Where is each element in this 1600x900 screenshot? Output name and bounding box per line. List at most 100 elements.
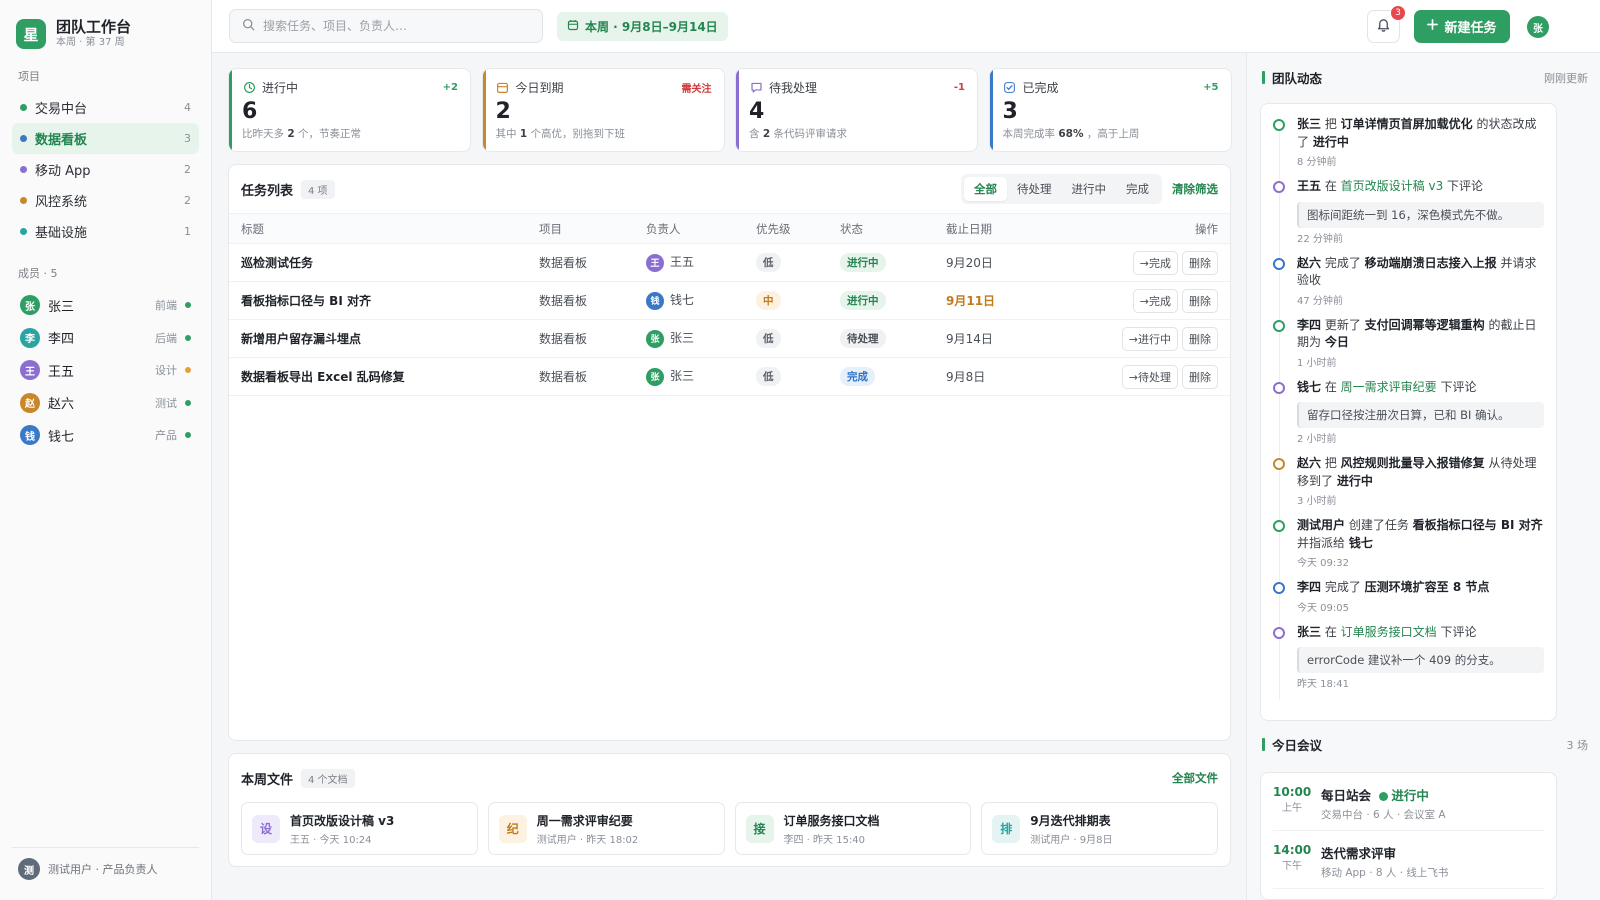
stat-card[interactable]: 今日到期 需关注 2 其中 1 个高优，别拖到下班: [481, 68, 725, 152]
activity-text: 钱七 在 周一需求评审纪要 下评论: [1297, 379, 1544, 397]
table-row[interactable]: 新增用户留存漏斗埋点 数据看板张张三低待处理 9月14日 →进行中 删除: [229, 319, 1230, 358]
new-task-button[interactable]: 新建任务: [1414, 10, 1510, 43]
tab-filter[interactable]: 待处理: [1007, 177, 1062, 201]
member-name: 赵六: [48, 397, 75, 413]
live-dot-icon: [1379, 792, 1389, 801]
notifications-button[interactable]: 3: [1367, 6, 1405, 43]
sidebar-item-project[interactable]: 基础设施 1: [12, 216, 199, 247]
sidebar-member[interactable]: 李李四 后端: [12, 322, 199, 355]
column-header: 负责人: [634, 213, 744, 244]
task-due-date: 9月8日: [934, 357, 1044, 396]
clock-icon: [242, 81, 256, 95]
right-panel: 团队动态 刚刚更新 张三 把 订单详情页首屏加载优化 的状态改成了 进行中 8 分…: [1246, 53, 1600, 900]
sidebar-member[interactable]: 王王五 设计: [12, 354, 199, 387]
notification-count-badge: 3: [1391, 6, 1405, 20]
task-project: 数据看板: [527, 357, 634, 396]
advance-status-button[interactable]: →待处理: [1121, 364, 1178, 389]
meeting-time: 14:00: [1273, 843, 1312, 857]
meeting-meta: 交易中台 · 6 人 · 会议室 A: [1321, 809, 1446, 821]
column-header: 优先级: [744, 213, 828, 244]
activity-item: 赵六 把 风控规则批量导入报错修复 从待处理移到了 进行中 3 小时前: [1271, 455, 1544, 507]
activity-item: 张三 把 订单详情页首屏加载优化 的状态改成了 进行中 8 分钟前: [1271, 116, 1544, 168]
delete-button[interactable]: 删除: [1182, 364, 1218, 389]
task-title[interactable]: 新增用户留存漏斗埋点: [229, 319, 527, 358]
advance-status-button[interactable]: →完成: [1132, 250, 1178, 275]
project-name: 交易中台: [35, 102, 88, 117]
activity-time: 昨天 18:41: [1297, 679, 1349, 690]
column-header: 项目: [527, 213, 634, 244]
task-title[interactable]: 数据看板导出 Excel 乱码修复: [229, 357, 527, 396]
timeline-dot: [1273, 257, 1285, 270]
activity-verb: 在: [1321, 624, 1341, 639]
advance-status-button[interactable]: →完成: [1132, 288, 1178, 313]
all-files-link[interactable]: 全部文件: [1172, 770, 1218, 786]
stat-label: 待我处理: [769, 81, 818, 95]
meeting-ampm: 上午: [1282, 803, 1302, 814]
feed-title: 团队动态: [1272, 71, 1323, 86]
week-range-chip[interactable]: 本周 · 9月8日–9月14日: [557, 12, 728, 41]
current-user[interactable]: 测 测试用户 · 产品负责人: [12, 847, 199, 880]
activity-verb: 在: [1321, 179, 1341, 193]
stat-card[interactable]: 待我处理 -1 4 含 2 条代码评审请求: [735, 68, 978, 152]
task-title[interactable]: 看板指标口径与 BI 对齐: [229, 281, 527, 320]
file-card[interactable]: 排 9月迭代排期表 测试用户 · 9月8日: [981, 802, 1218, 855]
clear-filter-link[interactable]: 清除筛选: [1172, 181, 1218, 197]
file-card[interactable]: 设首页改版设计稿 v3 王五 · 今天 10:24: [241, 802, 478, 855]
delete-button[interactable]: 删除: [1182, 326, 1218, 351]
activity-entity: 进行中: [1312, 134, 1349, 149]
file-card[interactable]: 接订单服务接口文档 李四 · 昨天 15:40: [734, 802, 972, 855]
sidebar-member[interactable]: 钱钱七 产品: [12, 419, 199, 452]
tab-filter[interactable]: 进行中: [1062, 177, 1117, 201]
sidebar-item-project[interactable]: 风控系统 2: [12, 185, 199, 216]
activity-entity: 测试用户: [1297, 518, 1346, 532]
search-input[interactable]: [263, 19, 523, 33]
search-box[interactable]: [229, 9, 543, 43]
status-badge: 进行中: [840, 253, 886, 272]
stat-card[interactable]: 进行中 +2 6 比昨天多 2 个，节奏正常: [228, 68, 471, 152]
activity-time: 22 分钟前: [1297, 233, 1343, 245]
activity-item: 钱七 在 周一需求评审纪要 下评论 留存口径按注册次日算，已和 BI 确认。 2 小…: [1271, 379, 1544, 445]
activity-doc-link[interactable]: 周一需求评审纪要: [1341, 380, 1437, 394]
delete-button[interactable]: 删除: [1182, 288, 1218, 313]
table-row[interactable]: 看板指标口径与 BI 对齐 数据看板钱钱七中进行中 9月11日 →完成 删除: [229, 281, 1230, 320]
stat-card[interactable]: 已完成 +5 3 本周完成率 68% ，高于上周: [988, 68, 1232, 152]
activity-item: 测试用户 创建了任务 看板指标口径与 BI 对齐 并指派给 钱七 今天 09:32: [1271, 517, 1544, 569]
activity-entity: 支付回调幂等逻辑重构: [1364, 317, 1485, 332]
activity-verb: 把: [1321, 456, 1341, 470]
tab-filter[interactable]: 完成: [1116, 177, 1159, 201]
delete-button[interactable]: 删除: [1182, 250, 1218, 275]
avatar: 测: [18, 858, 40, 880]
file-card[interactable]: 纪周一需求评审纪要 测试用户 · 昨天 18:02: [487, 802, 725, 855]
app-logo: 星: [16, 19, 46, 49]
meeting-item[interactable]: 10:00 上午 每日站会 进行中 交易中台 · 6 人 · 会议室 A: [1273, 773, 1544, 831]
task-title[interactable]: 巡检测试任务: [229, 243, 527, 282]
activity-doc-link[interactable]: 订单服务接口文档: [1341, 625, 1437, 639]
timeline-dot: [1273, 582, 1285, 594]
table-row[interactable]: 巡检测试任务 数据看板王王五低进行中 9月20日 →完成 删除: [229, 243, 1230, 282]
status-badge: 完成: [840, 367, 875, 386]
meetings-count: 3 场: [1566, 738, 1589, 752]
tab-filter[interactable]: 全部: [964, 177, 1007, 201]
sidebar-item-project[interactable]: 移动 App 2: [12, 154, 199, 185]
user-avatar[interactable]: 张: [1527, 16, 1549, 38]
sidebar-item-project[interactable]: 交易中台 4: [12, 92, 199, 123]
advance-status-button[interactable]: →进行中: [1121, 326, 1178, 351]
activity-doc-link[interactable]: 首页改版设计稿 v3: [1341, 179, 1444, 193]
comment-quote: errorCode 建议补一个 409 的分支。: [1297, 647, 1544, 673]
sidebar-member[interactable]: 张张三 前端: [12, 289, 199, 322]
project-count: 1: [184, 225, 191, 238]
avatar: 王: [20, 360, 40, 381]
task-owner: 张张三: [634, 357, 744, 396]
stat-delta: +5: [1203, 82, 1219, 93]
timeline-dot: [1273, 181, 1285, 193]
activity-item: 张三 在 订单服务接口文档 下评论 errorCode 建议补一个 409 的分支…: [1271, 624, 1544, 690]
activity-entity: 钱七: [1297, 379, 1322, 394]
check-icon: [1003, 81, 1017, 95]
owner-name: 钱七: [670, 293, 695, 308]
table-row[interactable]: 数据看板导出 Excel 乱码修复 数据看板张张三低完成 9月8日 →待处理 删除: [229, 357, 1230, 396]
avatar: 钱: [646, 291, 664, 310]
meeting-item[interactable]: 14:00 下午 迭代需求评审 移动 App · 8 人 · 线上飞书: [1273, 831, 1544, 889]
sidebar-member[interactable]: 赵赵六 测试: [12, 387, 199, 420]
activity-entity: 钱七: [1348, 535, 1373, 550]
sidebar-item-project[interactable]: 数据看板 3: [12, 123, 199, 154]
